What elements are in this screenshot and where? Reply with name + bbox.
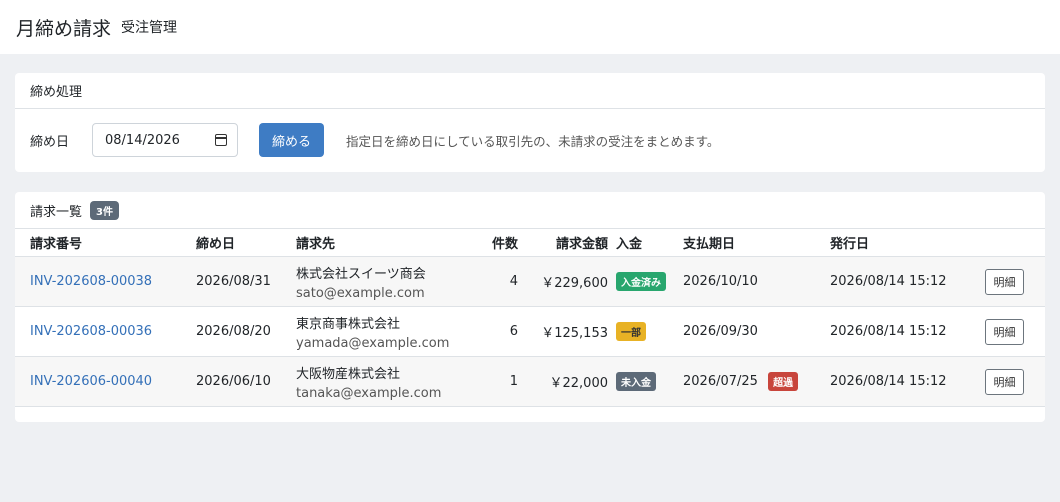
due-date-cell: 2026/07/25 — [683, 374, 758, 389]
invoice-amount: ￥125,153 — [541, 326, 608, 341]
invoice-amount: ￥22,000 — [549, 376, 609, 391]
customer-email: yamada@example.com — [296, 335, 450, 351]
item-count: 1 — [509, 374, 518, 389]
invoice-list-header: 請求一覧 3件 — [15, 192, 1045, 228]
page-title: 月締め請求 — [16, 17, 112, 40]
col-count[interactable]: 件数 — [467, 228, 518, 257]
invoice-link[interactable]: INV-202606-00040 — [30, 374, 152, 389]
issued-at-cell: 2026/08/14 15:12 — [830, 324, 947, 339]
customer-email: tanaka@example.com — [296, 385, 442, 401]
col-actions — [985, 228, 1045, 257]
closing-date-label: 締め日 — [30, 134, 70, 150]
close-month-button[interactable]: 締める — [259, 123, 324, 157]
invoice-link[interactable]: INV-202608-00036 — [30, 324, 152, 339]
invoice-list-title: 請求一覧 — [30, 204, 83, 220]
detail-button[interactable]: 明細 — [985, 318, 1024, 345]
due-date-cell: 2026/09/30 — [683, 324, 758, 339]
item-count: 4 — [509, 274, 518, 289]
customer-name: 東京商事株式会社 — [296, 316, 401, 332]
payment-status-badge: 未入金 — [616, 372, 656, 391]
item-count: 6 — [509, 324, 518, 339]
detail-button[interactable]: 明細 — [985, 368, 1024, 395]
closing-date-cell: 2026/08/20 — [196, 324, 271, 339]
issued-at-cell: 2026/08/14 15:12 — [830, 374, 947, 389]
page-subtitle: 受注管理 — [121, 20, 178, 36]
col-customer[interactable]: 請求先 — [296, 228, 467, 257]
closing-date-value: 08/14/2026 — [105, 132, 180, 148]
customer-name: 株式会社スイーツ商会 — [296, 266, 426, 282]
overdue-badge: 超過 — [768, 372, 799, 391]
payment-status-badge: 入金済み — [616, 272, 666, 291]
table-row: INV-202608-00038 2026/08/31 株式会社スイーツ商会 s… — [15, 256, 1045, 307]
issued-at-cell: 2026/08/14 15:12 — [830, 274, 947, 289]
col-payment[interactable]: 入金 — [608, 228, 683, 257]
col-amount[interactable]: 請求金額 — [518, 228, 608, 257]
top-bar: 月締め請求 受注管理 — [0, 0, 1060, 54]
closing-date-input[interactable]: 08/14/2026 — [92, 123, 238, 157]
closing-card-title: 締め処理 — [30, 85, 83, 100]
invoice-count-badge: 3件 — [90, 200, 119, 220]
payment-status-badge: 一部 — [616, 322, 646, 341]
closing-form: 締め日 08/14/2026 締める 指定日を締め日にしている取引先の、未請求の… — [15, 109, 1045, 171]
col-due-date[interactable]: 支払期日 — [683, 228, 830, 257]
col-invoice-no[interactable]: 請求番号 — [15, 228, 196, 257]
closing-help-text: 指定日を締め日にしている取引先の、未請求の受注をまとめます。 — [346, 133, 720, 149]
calendar-icon[interactable] — [215, 134, 227, 146]
due-date-cell: 2026/10/10 — [683, 274, 758, 289]
invoice-amount: ￥229,600 — [541, 276, 608, 291]
invoice-table: 請求番号 締め日 請求先 件数 請求金額 入金 支払期日 発行日 INV-202… — [15, 228, 1045, 407]
closing-date-cell: 2026/08/31 — [196, 274, 271, 289]
table-row: INV-202608-00036 2026/08/20 東京商事株式会社 yam… — [15, 306, 1045, 357]
invoice-link[interactable]: INV-202608-00038 — [30, 274, 152, 289]
table-row: INV-202606-00040 2026/06/10 大阪物産株式会社 tan… — [15, 356, 1045, 407]
invoice-list-card: 請求一覧 3件 請求番号 締め日 請求先 件数 請求金額 入金 支払期日 発行日… — [15, 192, 1045, 422]
detail-button[interactable]: 明細 — [985, 268, 1024, 295]
customer-email: sato@example.com — [296, 285, 425, 301]
col-issued-at[interactable]: 発行日 — [830, 228, 985, 257]
col-closing-date[interactable]: 締め日 — [196, 228, 296, 257]
closing-card: 締め処理 締め日 08/14/2026 締める 指定日を締め日にしている取引先の… — [15, 73, 1045, 172]
closing-date-cell: 2026/06/10 — [196, 374, 271, 389]
table-header-row: 請求番号 締め日 請求先 件数 請求金額 入金 支払期日 発行日 — [15, 228, 1045, 257]
customer-name: 大阪物産株式会社 — [296, 366, 401, 382]
closing-card-header: 締め処理 — [15, 73, 1045, 109]
